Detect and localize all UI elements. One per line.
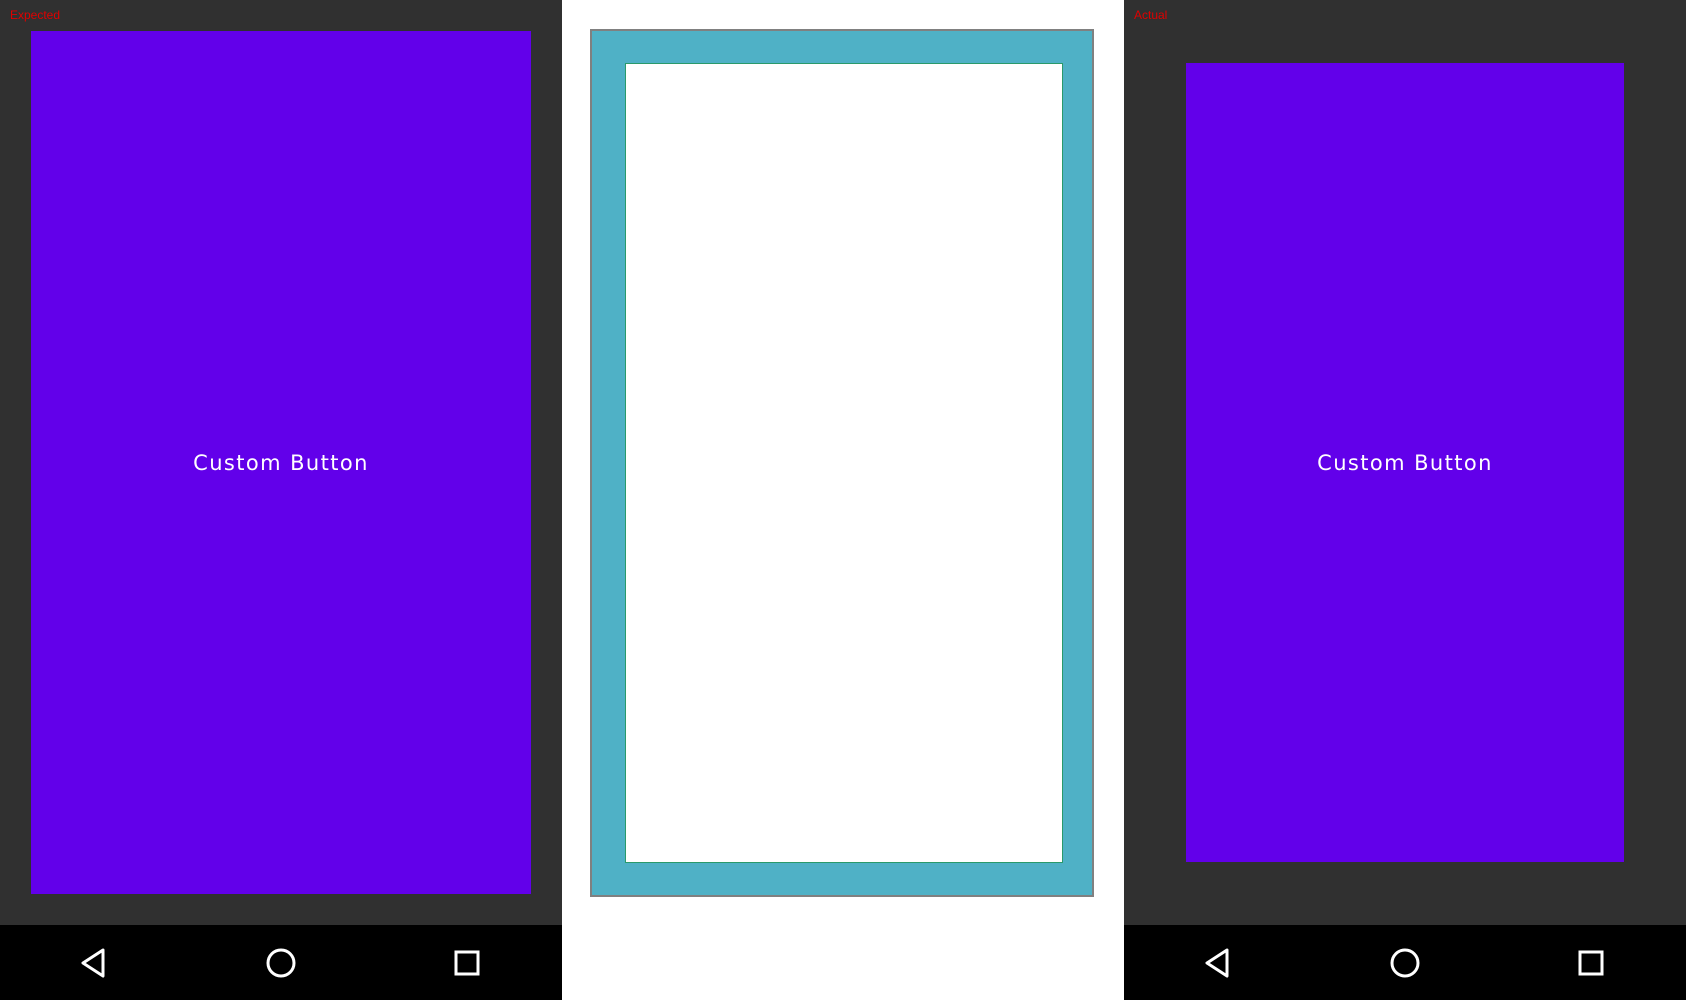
- expected-custom-button-label: Custom Button: [193, 450, 369, 475]
- actual-nav-home-button[interactable]: [1365, 925, 1445, 1000]
- expected-navbar: [0, 925, 562, 1000]
- expected-custom-button[interactable]: Custom Button: [31, 31, 531, 894]
- home-circle-icon: [1390, 948, 1420, 977]
- diff-expected-region: [590, 29, 1094, 897]
- back-triangle-icon: [1205, 948, 1229, 977]
- expected-nav-home-button[interactable]: [241, 925, 321, 1000]
- actual-navbar: [1124, 925, 1686, 1000]
- actual-custom-button[interactable]: Custom Button: [1186, 63, 1624, 862]
- actual-nav-recents-button[interactable]: [1551, 925, 1631, 1000]
- expected-label: Expected: [10, 8, 61, 22]
- recents-square-icon: [1578, 950, 1604, 975]
- expected-nav-recents-button[interactable]: [427, 925, 507, 1000]
- diff-actual-region: [625, 63, 1063, 863]
- back-triangle-icon: [81, 948, 105, 977]
- expected-screen: Expected Custom Button: [0, 0, 562, 925]
- actual-label: Actual: [1134, 8, 1168, 22]
- diff-panel: [562, 0, 1124, 1000]
- recents-square-icon: [454, 950, 480, 975]
- home-circle-icon: [266, 948, 296, 977]
- actual-screen: Actual Custom Button: [1124, 0, 1686, 925]
- actual-nav-back-button[interactable]: [1177, 925, 1257, 1000]
- actual-custom-button-label: Custom Button: [1317, 450, 1493, 475]
- actual-panel: Actual Custom Button: [1124, 0, 1686, 1000]
- expected-nav-back-button[interactable]: [53, 925, 133, 1000]
- expected-panel: Expected Custom Button: [0, 0, 562, 1000]
